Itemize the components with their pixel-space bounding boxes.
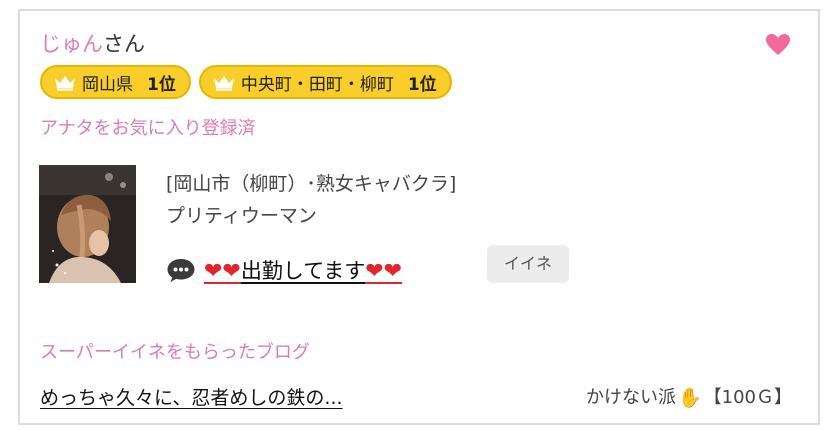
blog-title-link[interactable]: めっちゃ久々に、忍者めしの鉄の... [40, 385, 343, 411]
like-button[interactable]: イイネ [487, 245, 569, 283]
blog-meta: かけない派 ✋ 【100Ｇ】 [586, 385, 792, 411]
message-hearts-after: ❤❤ [365, 259, 403, 284]
message-text: 出勤してます [240, 259, 366, 283]
profile-photo[interactable] [39, 165, 136, 283]
crown-icon [213, 75, 234, 91]
message-row: ❤❤出勤してます❤❤ [166, 253, 402, 287]
shop-category: [岡山市（柳町）･熟女キャバクラ] [166, 173, 457, 195]
ranking-badge-district[interactable]: 中央町・田町・柳町 1位 [198, 65, 452, 99]
user-name[interactable]: じゅん [40, 32, 103, 56]
favorite-status: アナタをお気に入り登録済 [40, 118, 256, 139]
message-hearts-before: ❤❤ [204, 259, 241, 284]
user-card: じゅんさん 岡山県 1位 中央町・田町・柳町 1位 アナタをお気に入り登録済 [… [18, 9, 820, 425]
blog-points: 【100Ｇ】 [703, 387, 792, 408]
user-name-row: じゅんさん [40, 31, 145, 57]
raised-hand-icon: ✋ [677, 387, 702, 409]
blog-author: かけない派 [585, 387, 676, 408]
message-link[interactable]: ❤❤出勤してます❤❤ [204, 255, 402, 285]
speech-bubble-icon [167, 259, 195, 282]
shop-name-link[interactable]: プリティウーマン [166, 203, 317, 230]
crown-icon [55, 75, 75, 91]
user-honorific: さん [103, 32, 145, 56]
super-like-section-title: スーパーイイネをもらったブログ [40, 342, 310, 363]
badge-area: 岡山県 [82, 74, 133, 95]
badge-area: 中央町・田町・柳町 [240, 74, 394, 95]
ranking-badges: 岡山県 1位 中央町・田町・柳町 1位 [40, 65, 452, 99]
favorite-heart-icon[interactable] [765, 33, 791, 57]
badge-rank: 1位 [407, 74, 437, 95]
ranking-badge-prefecture[interactable]: 岡山県 1位 [40, 65, 191, 99]
badge-rank: 1位 [147, 74, 176, 95]
